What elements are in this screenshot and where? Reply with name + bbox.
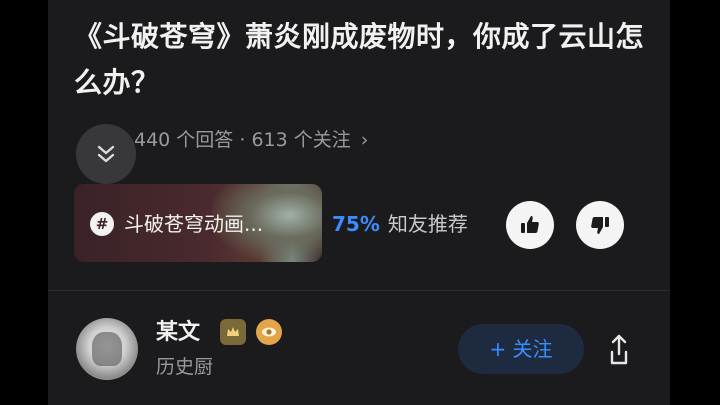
thumbs-down-icon [591, 217, 609, 234]
follow-button[interactable]: + 关注 [458, 324, 584, 374]
question-title[interactable]: 《斗破苍穹》萧炎刚成废物时，你成了云山怎么办？ [74, 14, 654, 106]
topic-card[interactable]: # 斗破苍穹动画... [74, 184, 322, 262]
avatar[interactable] [76, 318, 138, 380]
chevron-right-icon: › [360, 129, 369, 151]
topic-label: 斗破苍穹动画... [124, 212, 264, 236]
eye-icon [262, 327, 276, 337]
hashtag-icon: # [90, 212, 114, 236]
downvote-button[interactable] [576, 201, 624, 249]
recommend-rate: 75% 知友推荐 [332, 210, 468, 238]
followers-count: 613 个关注 [251, 129, 351, 151]
author-title: 历史厨 [156, 356, 214, 378]
app-screen: 《斗破苍穹》萧炎刚成废物时，你成了云山怎么办？ 440 个回答 · 613 个关… [48, 0, 670, 405]
stats-separator: · [233, 129, 252, 151]
section-divider [48, 290, 670, 291]
double-chevron-down-icon [97, 145, 115, 163]
crown-icon [227, 327, 239, 336]
eye-badge-icon[interactable] [256, 319, 282, 345]
crown-badge-icon[interactable] [220, 319, 246, 345]
avatar-image [92, 332, 122, 366]
share-button[interactable] [602, 330, 636, 368]
recommend-percent: 75% [332, 212, 380, 236]
author-name[interactable]: 某文 [156, 318, 200, 348]
recommend-label: 知友推荐 [387, 212, 468, 236]
share-icon [610, 334, 628, 365]
upvote-button[interactable] [506, 201, 554, 249]
thumbs-up-icon [521, 216, 539, 233]
collapse-button[interactable] [76, 124, 136, 184]
answers-count: 440 个回答 [134, 129, 234, 151]
